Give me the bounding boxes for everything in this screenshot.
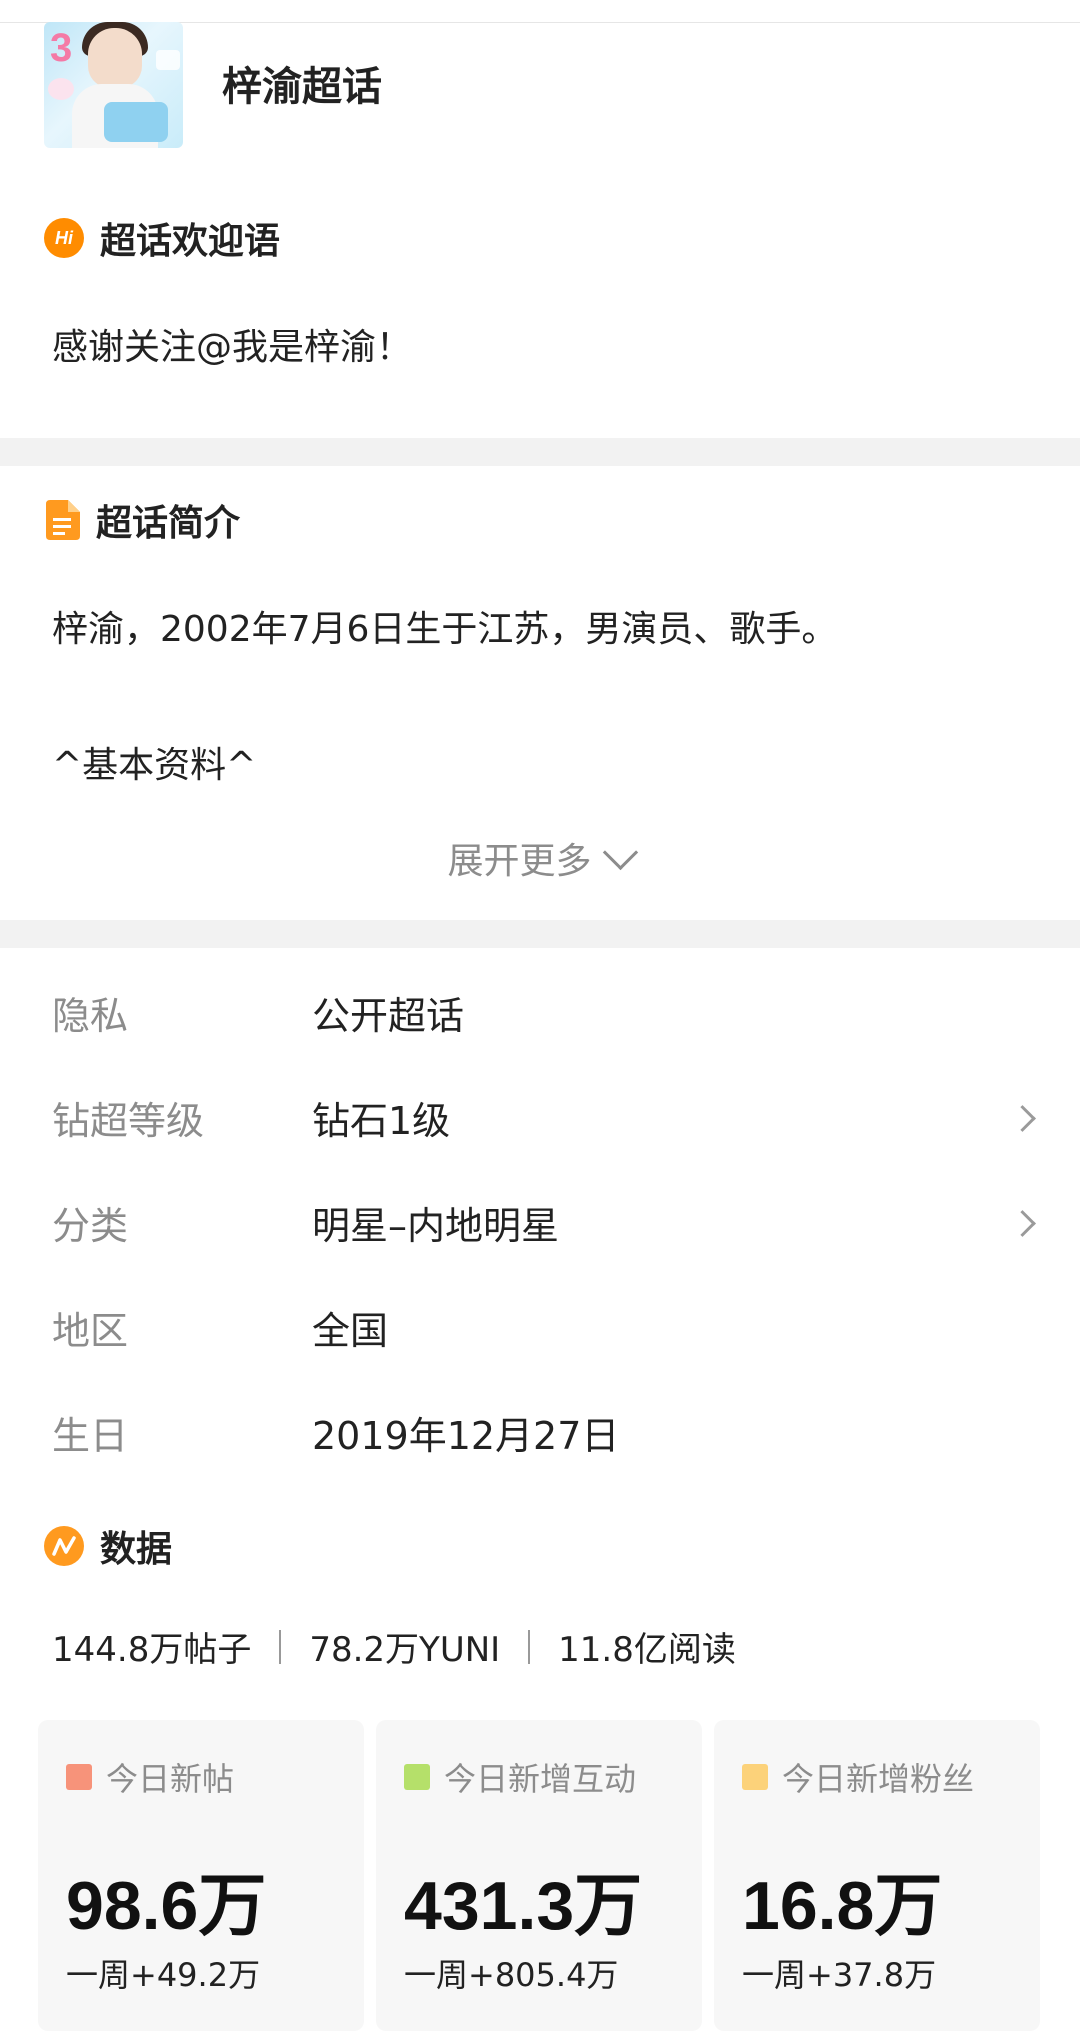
card-value: 98.6万 — [66, 1868, 267, 1944]
legend-swatch — [404, 1764, 430, 1790]
divider — [528, 1629, 531, 1664]
stat-card-new-interactions[interactable]: 今日新增互动 431.3万 一周+805.4万 — [376, 1720, 702, 2031]
info-row-region: 地区 全国 — [0, 1291, 1080, 1371]
intro-section-header: 超话简介 — [44, 496, 240, 544]
stat-card-new-fans[interactable]: 今日新增粉丝 16.8万 一周+37.8万 — [714, 1720, 1040, 2031]
stat-posts: 144.8万帖子 — [52, 1630, 252, 1670]
expand-more-label: 展开更多 — [447, 841, 592, 882]
info-label: 地区 — [52, 1309, 129, 1353]
intro-line-2: ^基本资料^ — [52, 745, 257, 786]
info-row-category[interactable]: 分类 明星–内地明星 — [0, 1186, 1080, 1266]
stats-summary: 144.8万帖子 78.2万YUNI 11.8亿阅读 — [52, 1622, 736, 1671]
data-section-title: 数据 — [100, 1529, 173, 1570]
info-value: 明星–内地明星 — [312, 1204, 560, 1248]
card-week: 一周+805.4万 — [404, 1956, 619, 1994]
info-label: 钻超等级 — [52, 1099, 205, 1143]
info-label: 分类 — [52, 1204, 129, 1248]
info-value: 全国 — [312, 1309, 389, 1353]
divider — [279, 1629, 282, 1664]
welcome-section-header: Hi 超话欢迎语 — [44, 214, 280, 262]
card-value: 16.8万 — [742, 1868, 943, 1944]
chevron-right-icon — [1009, 1210, 1036, 1237]
data-section-header: 数据 — [44, 1522, 172, 1570]
info-row-level[interactable]: 钻超等级 钻石1级 — [0, 1081, 1080, 1161]
legend-swatch — [742, 1764, 768, 1790]
card-week: 一周+49.2万 — [66, 1956, 261, 1994]
card-week: 一周+37.8万 — [742, 1956, 937, 1994]
hi-icon: Hi — [44, 218, 84, 258]
stat-reads: 11.8亿阅读 — [558, 1630, 736, 1670]
card-label: 今日新增粉丝 — [782, 1760, 975, 1798]
info-row-privacy: 隐私 公开超话 — [0, 976, 1080, 1056]
supertopic-header: 3 梓渝超话 — [0, 22, 1080, 172]
page-title: 梓渝超话 — [222, 64, 382, 110]
card-label: 今日新帖 — [106, 1760, 235, 1798]
section-divider — [0, 920, 1080, 948]
chevron-down-icon — [602, 834, 638, 871]
data-chart-icon — [44, 1526, 84, 1566]
card-label: 今日新增互动 — [444, 1760, 637, 1798]
card-value: 431.3万 — [404, 1868, 643, 1944]
welcome-section-title: 超话欢迎语 — [100, 221, 281, 262]
section-divider — [0, 438, 1080, 466]
welcome-text: 感谢关注@我是梓渝！ — [52, 327, 413, 368]
info-value: 公开超话 — [312, 994, 465, 1038]
intro-section-title: 超话简介 — [96, 503, 241, 544]
legend-swatch — [66, 1764, 92, 1790]
expand-more-button[interactable]: 展开更多 — [0, 832, 1080, 884]
top-bar — [0, 0, 1080, 23]
info-row-birthday: 生日 2019年12月27日 — [0, 1396, 1080, 1476]
document-icon — [44, 500, 80, 540]
info-value: 钻石1级 — [312, 1099, 451, 1143]
stat-fans: 78.2万YUNI — [309, 1630, 501, 1670]
info-label: 生日 — [52, 1414, 129, 1458]
stat-card-new-posts[interactable]: 今日新帖 98.6万 一周+49.2万 — [38, 1720, 364, 2031]
supertopic-avatar[interactable]: 3 — [44, 22, 183, 148]
info-label: 隐私 — [52, 994, 129, 1038]
intro-line-1: 梓渝，2002年7月6日生于江苏，男演员、歌手。 — [52, 609, 838, 650]
chevron-right-icon — [1009, 1105, 1036, 1132]
info-value: 2019年12月27日 — [312, 1414, 620, 1458]
